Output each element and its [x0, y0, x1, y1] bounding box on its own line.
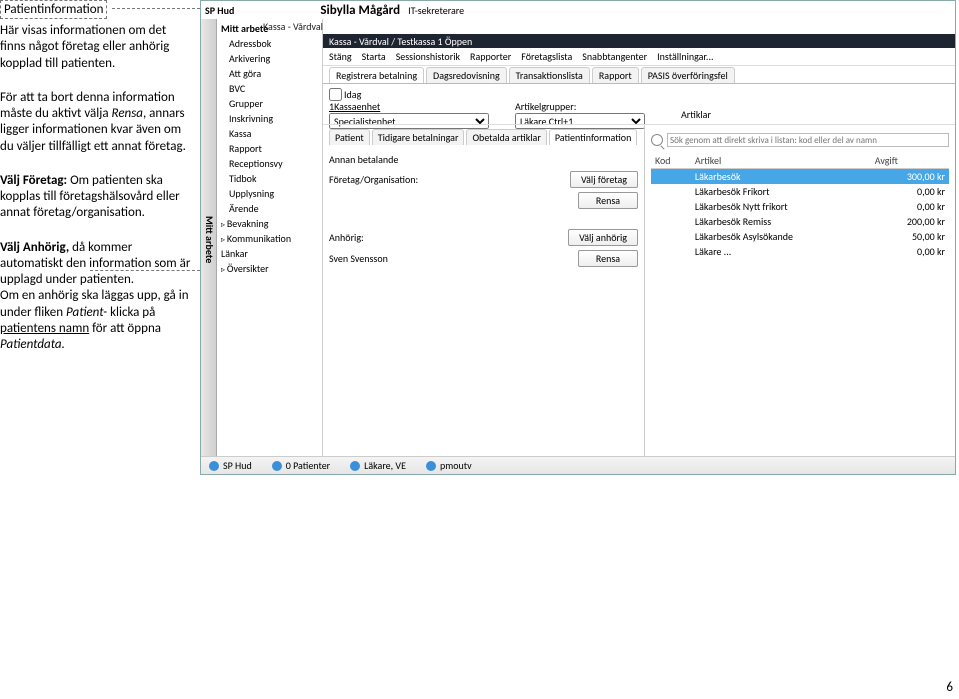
tab-dagsredo[interactable]: Dagsredovisning [426, 67, 507, 83]
sidebar-item-bvc[interactable]: BVC [217, 81, 322, 96]
kassa-label: 1Kassaenhet [329, 100, 509, 113]
tab-transaktion[interactable]: Transaktionslista [509, 67, 590, 83]
annotation-p4: Välj Anhörig, då kommer automatiskt den … [0, 240, 194, 354]
tab-pasis[interactable]: PASIS överföringsfel [641, 67, 735, 83]
dot-icon [426, 461, 436, 471]
breadcrumb-bar: Kassa - Vårdval / Testkassa 1 Öppen [323, 34, 955, 48]
articles-table: Kod Artikel Avgift Läkarbesök300,00 krLä… [651, 153, 949, 259]
sidebar-item-tidbok[interactable]: Tidbok [217, 171, 322, 186]
toolbar-snabb[interactable]: Snabbtangenter [582, 50, 647, 63]
rensa-anhorig-button[interactable]: Rensa [578, 250, 638, 267]
toolbar: Stäng Starta Sessionshistorik Rapporter … [323, 48, 955, 66]
toolbar-rapporter[interactable]: Rapporter [470, 50, 511, 63]
annotation-column: Patientinformation Här visas information… [0, 0, 198, 371]
app-header: SP Hud Sibylla Mågård IT-sekreterare [201, 1, 955, 19]
left-pane: Patient Tidigare betalningar Obetalda ar… [323, 125, 645, 456]
valj-anhorig-button[interactable]: Välj anhörig [568, 229, 638, 246]
table-row[interactable]: Läkare ...0,00 kr [651, 244, 949, 259]
annotation-p1: Här visas informationen om det finns någ… [0, 23, 194, 72]
ptab-tidigare[interactable]: Tidigare betalningar [372, 129, 465, 145]
search-icon [651, 134, 663, 146]
toolbar-foretagslista[interactable]: Företagslista [521, 50, 572, 63]
sidebar-item-arende[interactable]: Ärende [217, 201, 322, 216]
sidebar-item-grupper[interactable]: Grupper [217, 96, 322, 111]
col-artikel[interactable]: Artikel [691, 153, 871, 169]
status-bar: SP Hud 0 Patienter Läkare, VE pmoutv [201, 456, 955, 474]
sidebar-group-lankar[interactable]: Länkar [217, 246, 322, 261]
tab-registrera[interactable]: Registrera betalning [329, 67, 424, 83]
callout-title: Patientinformation [0, 0, 107, 19]
status-user: pmoutv [426, 459, 472, 472]
toolbar-starta[interactable]: Starta [362, 50, 386, 63]
user-name: Sibylla Mågård [320, 3, 400, 18]
table-row[interactable]: Läkarbesök Remiss200,00 kr [651, 214, 949, 229]
table-row[interactable]: Läkarbesök300,00 kr [651, 169, 949, 185]
sidebar-item-arkivering[interactable]: Arkivering [217, 51, 322, 66]
main-split: Patient Tidigare betalningar Obetalda ar… [323, 124, 955, 456]
sidebar-group-oversikter[interactable]: Översikter [217, 261, 322, 276]
status-org: SP Hud [209, 459, 252, 472]
anhorig-value: Sven Svensson [329, 252, 429, 265]
sidebar-item-attgora[interactable]: Att göra [217, 66, 322, 81]
table-row[interactable]: Läkarbesök Nytt frikort0,00 kr [651, 199, 949, 214]
user-role: IT-sekreterare [408, 4, 464, 17]
dot-icon [350, 461, 360, 471]
org-name: SP Hud [205, 4, 234, 17]
sidebar-group-kommunikation[interactable]: Kommunikation [217, 231, 322, 246]
status-patients: 0 Patienter [272, 459, 330, 472]
annan-label: Annan betalande [329, 153, 429, 166]
article-search [651, 133, 949, 147]
sidebar-item-kassa[interactable]: Kassa [217, 126, 322, 141]
sidebar-item-upplysning[interactable]: Upplysning [217, 186, 322, 201]
sidebar-group-bevakning[interactable]: Bevakning [217, 216, 322, 231]
side-rail[interactable]: Mitt arbete [201, 19, 217, 456]
ptab-patientinfo[interactable]: Patientinformation [549, 129, 638, 145]
table-row[interactable]: Läkarbesök Asylsökande50,00 kr [651, 229, 949, 244]
status-role: Läkare, VE [350, 459, 406, 472]
right-pane: Kod Artikel Avgift Läkarbesök300,00 krLä… [645, 125, 955, 456]
annotation-p2: För att ta bort denna information måste … [0, 90, 194, 155]
table-row[interactable]: Läkarbesök Frikort0,00 kr [651, 184, 949, 199]
page-number: 6 [946, 680, 953, 695]
subtab-row: Registrera betalning Dagsredovisning Tra… [323, 66, 955, 84]
dot-icon [209, 461, 219, 471]
filter-row-2: 1Kassaenhet Specialistenhet Artikelgrupp… [323, 104, 955, 124]
ptab-patient[interactable]: Patient [329, 129, 370, 145]
sidebar-item-receptionsvy[interactable]: Receptionsvy [217, 156, 322, 171]
ptab-obetalda[interactable]: Obetalda artiklar [466, 129, 546, 145]
col-avgift[interactable]: Avgift [871, 153, 949, 169]
app-window: SP Hud Sibylla Mågård IT-sekreterare Mit… [200, 0, 956, 475]
foretag-label: Företag/Organisation: [329, 173, 429, 186]
connector-line [90, 270, 200, 271]
content-area: Kassa - Vårdval / Testkassa 1 Öppen Stän… [323, 19, 955, 456]
side-menu: Mitt arbete Adressbok Arkivering Att gör… [217, 19, 323, 456]
sidebar-item-adressbok[interactable]: Adressbok [217, 36, 322, 51]
tab-rapport[interactable]: Rapport [592, 67, 639, 83]
dot-icon [272, 461, 282, 471]
rensa-foretag-button[interactable]: Rensa [578, 192, 638, 209]
toolbar-installningar[interactable]: Inställningar... [657, 50, 713, 63]
valj-foretag-button[interactable]: Välj företag [570, 171, 638, 188]
connector-line [112, 8, 200, 9]
anhorig-label: Anhörig: [329, 231, 429, 244]
toolbar-sessions[interactable]: Sessionshistorik [396, 50, 460, 63]
col-kod[interactable]: Kod [651, 153, 691, 169]
sidebar-item-rapport[interactable]: Rapport [217, 141, 322, 156]
articles-label: Artiklar [681, 108, 949, 121]
toolbar-stang[interactable]: Stäng [329, 50, 352, 63]
article-search-input[interactable] [667, 133, 949, 147]
sidebar-item-inskrivning[interactable]: Inskrivning [217, 111, 322, 126]
grp-label: Artikelgrupper: [515, 100, 675, 113]
patient-tabs: Patient Tidigare betalningar Obetalda ar… [329, 129, 638, 145]
annotation-p3: Välj Företag: Om patienten ska kopplas t… [0, 173, 194, 222]
